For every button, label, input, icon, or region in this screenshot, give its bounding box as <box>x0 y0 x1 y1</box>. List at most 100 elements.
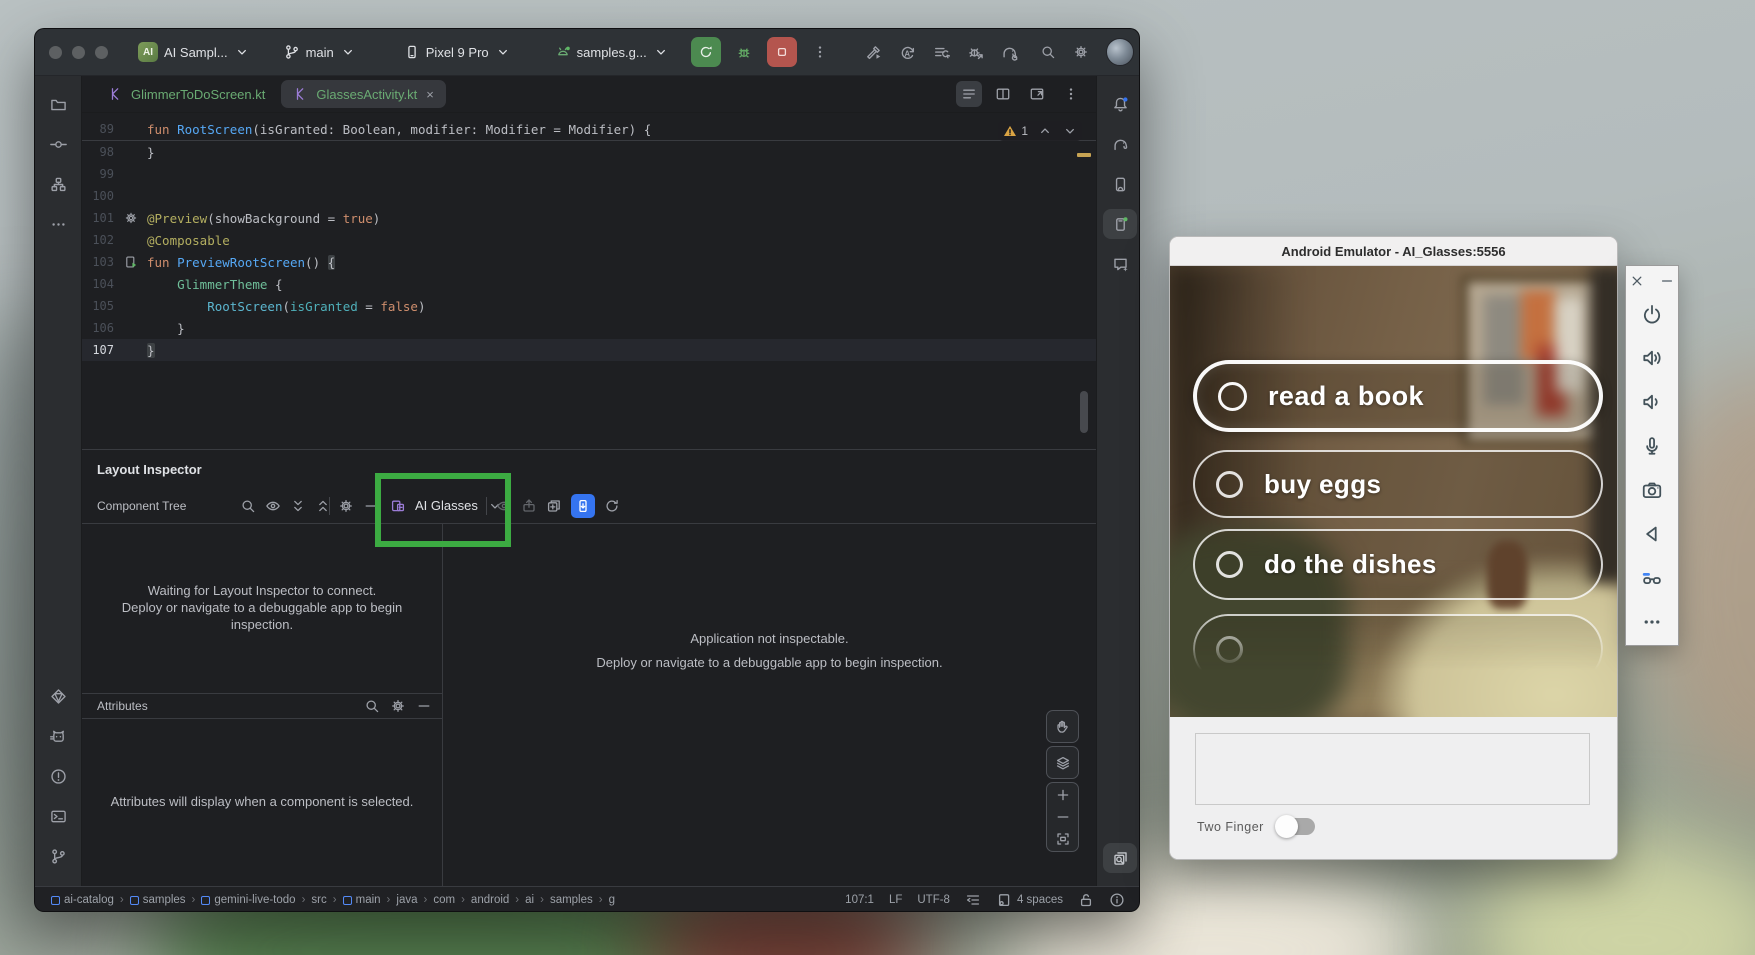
next-problem-icon[interactable] <box>1062 123 1078 139</box>
code-line-102[interactable]: 102@Composable <box>82 229 1096 251</box>
back-icon[interactable] <box>1641 523 1663 545</box>
glasses-icon[interactable] <box>1641 567 1663 589</box>
two-finger-toggle[interactable] <box>1278 818 1315 835</box>
app-quality-insights-icon[interactable] <box>50 688 67 705</box>
breadcrumb-samples[interactable]: samples <box>130 894 186 906</box>
line-separator[interactable]: LF <box>889 894 902 906</box>
todo-radio-icon[interactable] <box>1218 382 1247 411</box>
todo-item-do-the-dishes[interactable]: do the dishes <box>1193 529 1603 600</box>
code-line-89[interactable]: 89fun RootScreen(isGranted: Boolean, mod… <box>82 118 1096 141</box>
search-icon[interactable] <box>240 498 256 514</box>
profiler-icon[interactable]: A <box>899 44 916 61</box>
info-circle-icon[interactable] <box>1109 892 1125 908</box>
inspection-widget[interactable]: 1 <box>998 121 1082 141</box>
gear-icon[interactable] <box>338 498 354 514</box>
minimize-window-button[interactable] <box>72 46 85 59</box>
code-editor[interactable]: 89fun RootScreen(isGranted: Boolean, mod… <box>82 113 1096 449</box>
live-updates-eye-icon[interactable] <box>496 498 512 514</box>
gradle-icon[interactable] <box>1112 136 1129 153</box>
import-snapshot-icon[interactable] <box>546 498 562 514</box>
todo-item-read-a-book[interactable]: read a book <box>1193 360 1603 432</box>
more-kebab-icon[interactable] <box>1058 81 1084 107</box>
breadcrumb-ai[interactable]: ai <box>525 894 534 906</box>
terminal-icon[interactable] <box>50 808 67 825</box>
running-devices-icon[interactable] <box>1103 209 1137 239</box>
breadcrumb-java[interactable]: java <box>396 894 417 906</box>
zoom-in-icon[interactable] <box>1055 787 1071 803</box>
user-avatar[interactable] <box>1106 38 1134 66</box>
todo-radio-icon[interactable] <box>1216 551 1243 578</box>
code-line-106[interactable]: 106 } <box>82 317 1096 339</box>
breadcrumb-android[interactable]: android <box>471 894 509 906</box>
gear-gutter-icon[interactable] <box>114 211 147 225</box>
gemini-chat-icon[interactable] <box>1112 256 1129 273</box>
toggle-deep-inspect-button[interactable] <box>571 494 595 518</box>
rerun-button[interactable] <box>691 37 721 67</box>
emulator-screen[interactable]: read a bookbuy eggsdo the dishes <box>1170 266 1617 717</box>
settings-gear-icon[interactable] <box>1073 44 1089 60</box>
hide-panel-icon[interactable] <box>363 498 379 514</box>
breadcrumb-main[interactable]: main <box>343 894 381 906</box>
git-icon[interactable] <box>50 848 67 865</box>
gradle-sync-icon[interactable] <box>1001 44 1018 61</box>
camera-icon[interactable] <box>1641 479 1663 501</box>
device-manager-icon[interactable] <box>1112 176 1129 193</box>
code-line-98[interactable]: 98} <box>82 141 1096 163</box>
tab-glimmertodoscreen[interactable]: GlimmerToDoScreen.kt <box>96 80 277 108</box>
gear-icon[interactable] <box>390 698 406 714</box>
project-folder-icon[interactable] <box>50 96 67 113</box>
breadcrumb-src[interactable]: src <box>311 894 326 906</box>
breadcrumb-com[interactable]: com <box>433 894 455 906</box>
vcs-branch-selector[interactable]: main <box>284 44 356 60</box>
file-encoding[interactable]: UTF-8 <box>917 894 950 906</box>
toggle-3d-button[interactable] <box>1046 746 1079 779</box>
more-icon[interactable] <box>1641 611 1663 633</box>
editor-scrollbar[interactable] <box>1080 391 1088 433</box>
code-line-105[interactable]: 105 RootScreen(isGranted = false) <box>82 295 1096 317</box>
todo-item-partial[interactable] <box>1193 614 1603 684</box>
warning-stripe-mark[interactable] <box>1077 153 1091 157</box>
tab-glassesactivity[interactable]: GlassesActivity.kt × <box>281 80 445 108</box>
pan-mode-button[interactable] <box>1046 710 1079 743</box>
minimize-icon[interactable] <box>1659 273 1675 289</box>
editor-list-icon[interactable] <box>956 81 982 107</box>
todo-radio-icon[interactable] <box>1216 636 1243 663</box>
caret-position[interactable]: 107:1 <box>845 894 874 906</box>
zoom-out-icon[interactable] <box>1055 809 1071 825</box>
breadcrumb-gemini-live-todo[interactable]: gemini-live-todo <box>201 894 295 906</box>
notifications-bell-icon[interactable] <box>1112 96 1129 113</box>
compose-preview-gutter-icon[interactable] <box>114 255 147 269</box>
build-hammer-run-icon[interactable] <box>865 44 882 61</box>
commit-icon[interactable] <box>50 136 67 153</box>
microphone-icon[interactable] <box>1641 435 1663 457</box>
code-line-101[interactable]: 101@Preview(showBackground = true) <box>82 207 1096 229</box>
debug-button[interactable] <box>729 37 759 67</box>
zoom-to-fit-icon[interactable] <box>1055 831 1071 847</box>
code-line-104[interactable]: 104 GlimmerTheme { <box>82 273 1096 295</box>
todo-radio-icon[interactable] <box>1216 471 1243 498</box>
breadcrumb-g[interactable]: g <box>609 894 615 906</box>
code-line-99[interactable]: 99 <box>82 163 1096 185</box>
layout-inspector-tool-icon[interactable] <box>1103 843 1137 873</box>
export-snapshot-icon[interactable] <box>521 498 537 514</box>
maximize-window-button[interactable] <box>95 46 108 59</box>
structure-icon[interactable] <box>50 176 67 193</box>
emulator-input-box[interactable] <box>1195 733 1590 805</box>
device-selector[interactable]: Pixel 9 Pro <box>404 44 511 60</box>
code-line-103[interactable]: 103fun PreviewRootScreen() { <box>82 251 1096 273</box>
sessions-list-icon[interactable] <box>933 44 950 61</box>
open-in-split-icon[interactable] <box>1024 81 1050 107</box>
project-selector[interactable]: AI AI Sampl... <box>138 42 250 62</box>
search-icon[interactable] <box>364 698 380 714</box>
problems-icon[interactable] <box>50 768 67 785</box>
refresh-icon[interactable] <box>604 498 620 514</box>
stop-button[interactable] <box>767 37 797 67</box>
logcat-icon[interactable] <box>50 728 67 745</box>
more-actions-button[interactable] <box>805 37 835 67</box>
close-tab-icon[interactable]: × <box>426 87 434 102</box>
split-editor-icon[interactable] <box>990 81 1016 107</box>
run-config-selector[interactable]: samples.g... <box>555 44 669 60</box>
indent-config-icon[interactable] <box>965 892 981 908</box>
expand-all-icon[interactable] <box>290 498 306 514</box>
unlock-icon[interactable] <box>1078 892 1094 908</box>
